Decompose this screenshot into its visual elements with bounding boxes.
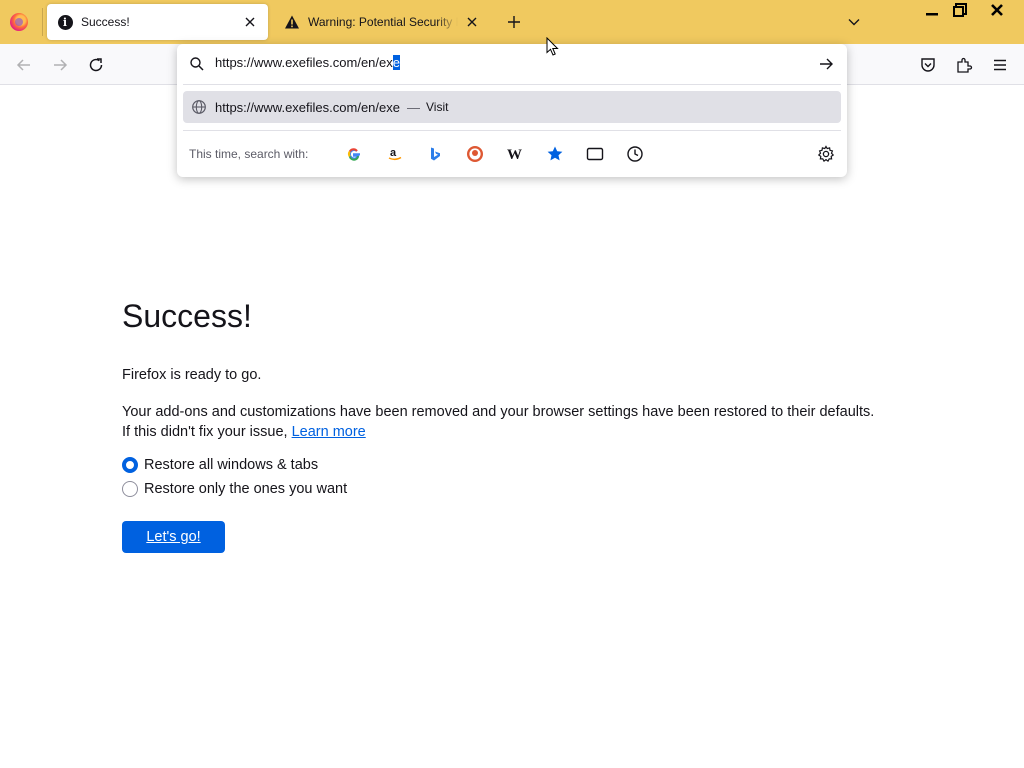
new-tab-plus-icon[interactable]: [506, 14, 522, 30]
lets-go-button[interactable]: Let's go!: [122, 521, 225, 553]
close-icon[interactable]: [464, 14, 480, 30]
restore-all-option[interactable]: Restore all windows & tabs: [122, 457, 318, 473]
wikipedia-icon[interactable]: W: [505, 144, 525, 164]
bookmarks-star-icon[interactable]: [545, 144, 565, 164]
mouse-cursor-icon: [546, 37, 559, 56]
tab-success[interactable]: i Success!: [47, 4, 268, 40]
hamburger-menu-icon[interactable]: [991, 56, 1009, 74]
svg-text:W: W: [507, 147, 522, 162]
url-suggestion-row[interactable]: https://www.exefiles.com/en/exe — Visit: [183, 91, 841, 123]
info-icon: i: [57, 14, 73, 30]
tab-title: Warning: Potential Security Risk Ahead: [308, 15, 458, 29]
duckduckgo-icon[interactable]: [465, 144, 485, 164]
page-title: Success!: [122, 298, 252, 334]
description-line: If this didn't fix your issue, Learn mor…: [122, 422, 922, 442]
learn-more-link[interactable]: Learn more: [292, 424, 366, 440]
urlbar-dropdown: https://www.exefiles.com/en/exe https://…: [177, 44, 847, 177]
firefox-logo-icon[interactable]: [10, 13, 28, 31]
tab-strip: i Success! Warning: Potential Security R…: [0, 0, 1024, 44]
tab-separator: [42, 8, 43, 36]
go-arrow-icon[interactable]: [818, 56, 834, 72]
globe-icon: [192, 100, 206, 114]
url-text: https://www.exefiles.com/en/ex: [215, 55, 393, 70]
radio-checked[interactable]: [122, 457, 138, 473]
option-label: Restore only the ones you want: [144, 481, 348, 497]
tab-title: Success!: [81, 15, 130, 29]
restore-some-option[interactable]: Restore only the ones you want: [122, 481, 347, 497]
tab-security-warning[interactable]: Warning: Potential Security Risk Ahead: [274, 4, 490, 40]
search-icon: [190, 57, 204, 71]
url-selected-text: e: [392, 55, 400, 70]
chevron-down-icon[interactable]: [846, 14, 862, 30]
reset-description: Your add-ons and customizations have bee…: [122, 402, 922, 442]
suggestion-separator: —: [406, 99, 420, 115]
search-with-label: This time, search with:: [189, 147, 309, 161]
radio-unchecked[interactable]: [122, 481, 138, 497]
bing-icon[interactable]: [425, 144, 445, 164]
suggestion-url: https://www.exefiles.com/en/exe: [215, 99, 400, 115]
extensions-puzzle-icon[interactable]: [955, 56, 973, 74]
amazon-icon[interactable]: a: [385, 144, 405, 164]
svg-text:a: a: [390, 147, 397, 159]
restore-window-button[interactable]: [946, 0, 974, 20]
warning-icon: [284, 14, 300, 30]
url-input[interactable]: https://www.exefiles.com/en/exe: [215, 55, 400, 70]
gear-icon[interactable]: [817, 145, 835, 163]
pocket-icon[interactable]: [919, 56, 937, 74]
divider: [183, 84, 841, 85]
reload-icon[interactable]: [87, 56, 105, 74]
description-prefix: If this didn't fix your issue,: [122, 424, 292, 440]
ready-text: Firefox is ready to go.: [122, 367, 262, 383]
option-label: Restore all windows & tabs: [144, 457, 319, 473]
divider: [183, 130, 841, 131]
close-icon[interactable]: [242, 14, 258, 30]
minimize-window-button[interactable]: [918, 0, 946, 20]
forward-arrow-icon[interactable]: [51, 56, 69, 74]
close-window-button[interactable]: [982, 0, 1012, 20]
google-icon[interactable]: [344, 144, 364, 164]
tabs-icon[interactable]: [585, 144, 605, 164]
suggestion-action: Visit: [425, 100, 449, 114]
back-arrow-icon[interactable]: [15, 56, 33, 74]
history-clock-icon[interactable]: [625, 144, 645, 164]
description-line: Your add-ons and customizations have bee…: [122, 404, 875, 420]
